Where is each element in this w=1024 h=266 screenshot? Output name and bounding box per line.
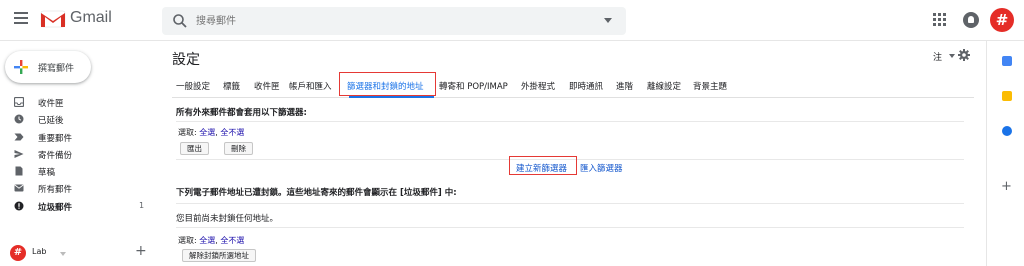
sidebar-item-all-mail[interactable]: 所有郵件 [0, 180, 160, 197]
spam-icon [14, 201, 24, 211]
tab-addons[interactable]: 外掛程式 [521, 80, 555, 92]
active-tab-indicator [349, 96, 434, 98]
tasks-icon[interactable] [1002, 126, 1012, 136]
top-header: Gmail # [0, 0, 1024, 41]
gmail-wordmark[interactable]: Gmail [70, 9, 112, 27]
tab-forwarding-pop-imap[interactable]: 轉寄和 POP/IMAP [439, 80, 508, 92]
draft-icon [15, 166, 23, 176]
spam-count-badge: 1 [139, 200, 145, 210]
select-label: 選取: [178, 236, 197, 245]
notifications-bell-icon[interactable] [963, 12, 979, 28]
select-all-link[interactable]: 全選 [199, 128, 215, 137]
sidebar-item-label: 已延後 [38, 116, 64, 127]
tab-advanced[interactable]: 進階 [616, 80, 633, 92]
clock-icon [14, 114, 24, 124]
input-tools-button[interactable]: 注 [933, 50, 942, 63]
tab-highlight-box [339, 72, 436, 96]
sidebar-item-sent[interactable]: 寄件備份 [0, 146, 160, 163]
unblock-selected-button[interactable]: 解除封鎖所選地址 [182, 249, 256, 262]
export-button[interactable]: 匯出 [180, 142, 209, 155]
select-label: 選取: [178, 128, 197, 137]
search-bar[interactable] [162, 7, 626, 35]
divider [176, 203, 964, 204]
search-options-chevron-down-icon[interactable] [604, 18, 612, 23]
delete-button[interactable]: 刪除 [224, 142, 253, 155]
compose-plus-icon [14, 60, 28, 74]
no-blocked-text: 您目前尚未封鎖任何地址。 [176, 214, 279, 224]
import-filter-link[interactable]: 匯入篩選器 [580, 162, 623, 174]
sidebar-item-label: 寄件備份 [38, 150, 73, 161]
tab-accounts-import[interactable]: 帳戶和匯入 [289, 80, 332, 92]
divider [176, 227, 964, 228]
side-panel: + [986, 41, 1024, 266]
hangouts-account-row[interactable]: # Lab + [10, 243, 150, 261]
apps-grid-icon[interactable] [933, 13, 947, 27]
sidebar-nav: 收件匣 已延後 重要郵件 寄件備份 草稿 所有郵件 垃圾郵件 1 [0, 94, 160, 215]
sidebar-item-label: 重要郵件 [38, 133, 73, 144]
select-all-link[interactable]: 全選 [199, 236, 215, 245]
blocked-heading: 下列電子郵件地址已遭封鎖。這些地址寄來的郵件會顯示在 [垃圾郵件] 中: [176, 188, 457, 198]
input-tools-chevron-down-icon[interactable] [949, 54, 955, 58]
search-icon[interactable] [172, 13, 188, 29]
search-input[interactable] [196, 12, 576, 30]
sidebar-item-label: 草稿 [38, 168, 56, 179]
compose-button[interactable]: 撰寫郵件 [5, 51, 91, 83]
lab-account-label[interactable]: Lab [32, 247, 46, 256]
send-icon [14, 149, 24, 158]
select-none-link[interactable]: 全不選 [220, 128, 244, 137]
compose-label: 撰寫郵件 [38, 64, 75, 74]
tab-general[interactable]: 一般設定 [176, 80, 210, 92]
left-sidebar: 撰寫郵件 收件匣 已延後 重要郵件 寄件備份 草稿 所有郵件 垃圾郵件 1 # … [0, 41, 160, 266]
sidebar-item-label: 收件匣 [38, 99, 64, 109]
main-menu-icon[interactable] [14, 12, 28, 24]
lab-avatar[interactable]: # [10, 245, 26, 261]
sidebar-item-spam[interactable]: 垃圾郵件 1 [0, 198, 160, 215]
gear-icon[interactable] [958, 49, 970, 61]
keep-icon[interactable] [1002, 91, 1012, 101]
mail-icon [14, 184, 24, 192]
divider [176, 121, 964, 122]
tab-inbox[interactable]: 收件匣 [254, 80, 280, 92]
sidebar-item-drafts[interactable]: 草稿 [0, 163, 160, 180]
filters-select-row: 選取: 全選, 全不選 [178, 128, 245, 137]
gmail-logo-icon[interactable] [40, 9, 66, 29]
tab-chat[interactable]: 即時通訊 [569, 80, 603, 92]
chevron-down-icon[interactable] [60, 252, 66, 256]
tab-labels[interactable]: 標籤 [223, 80, 240, 92]
add-addon-plus-icon[interactable]: + [1001, 179, 1012, 194]
blocked-select-row: 選取: 全選, 全不選 [178, 236, 245, 245]
sidebar-item-inbox[interactable]: 收件匣 [0, 94, 160, 111]
inbox-icon [14, 97, 24, 107]
settings-tabs: 一般設定 標籤 收件匣 帳戶和匯入 篩選器和封鎖的地址 轉寄和 POP/IMAP… [172, 74, 974, 98]
sidebar-item-important[interactable]: 重要郵件 [0, 129, 160, 146]
tab-offline[interactable]: 離線設定 [647, 80, 681, 92]
calendar-icon[interactable] [1002, 56, 1012, 66]
page-title: 設定 [172, 52, 200, 68]
sidebar-item-label: 垃圾郵件 [38, 202, 73, 213]
select-none-link[interactable]: 全不選 [220, 236, 244, 245]
filters-heading: 所有外來郵件都會套用以下篩選器: [176, 108, 307, 118]
sidebar-item-snoozed[interactable]: 已延後 [0, 111, 160, 128]
tab-themes[interactable]: 背景主題 [693, 80, 727, 92]
create-filter-highlight-box [509, 156, 577, 175]
sidebar-item-label: 所有郵件 [38, 185, 73, 196]
important-icon [14, 133, 24, 141]
account-avatar[interactable]: # [990, 8, 1014, 32]
add-contact-plus-icon[interactable]: + [135, 243, 147, 259]
settings-main: 設定 注 一般設定 標籤 收件匣 帳戶和匯入 篩選器和封鎖的地址 轉寄和 POP… [160, 41, 986, 266]
